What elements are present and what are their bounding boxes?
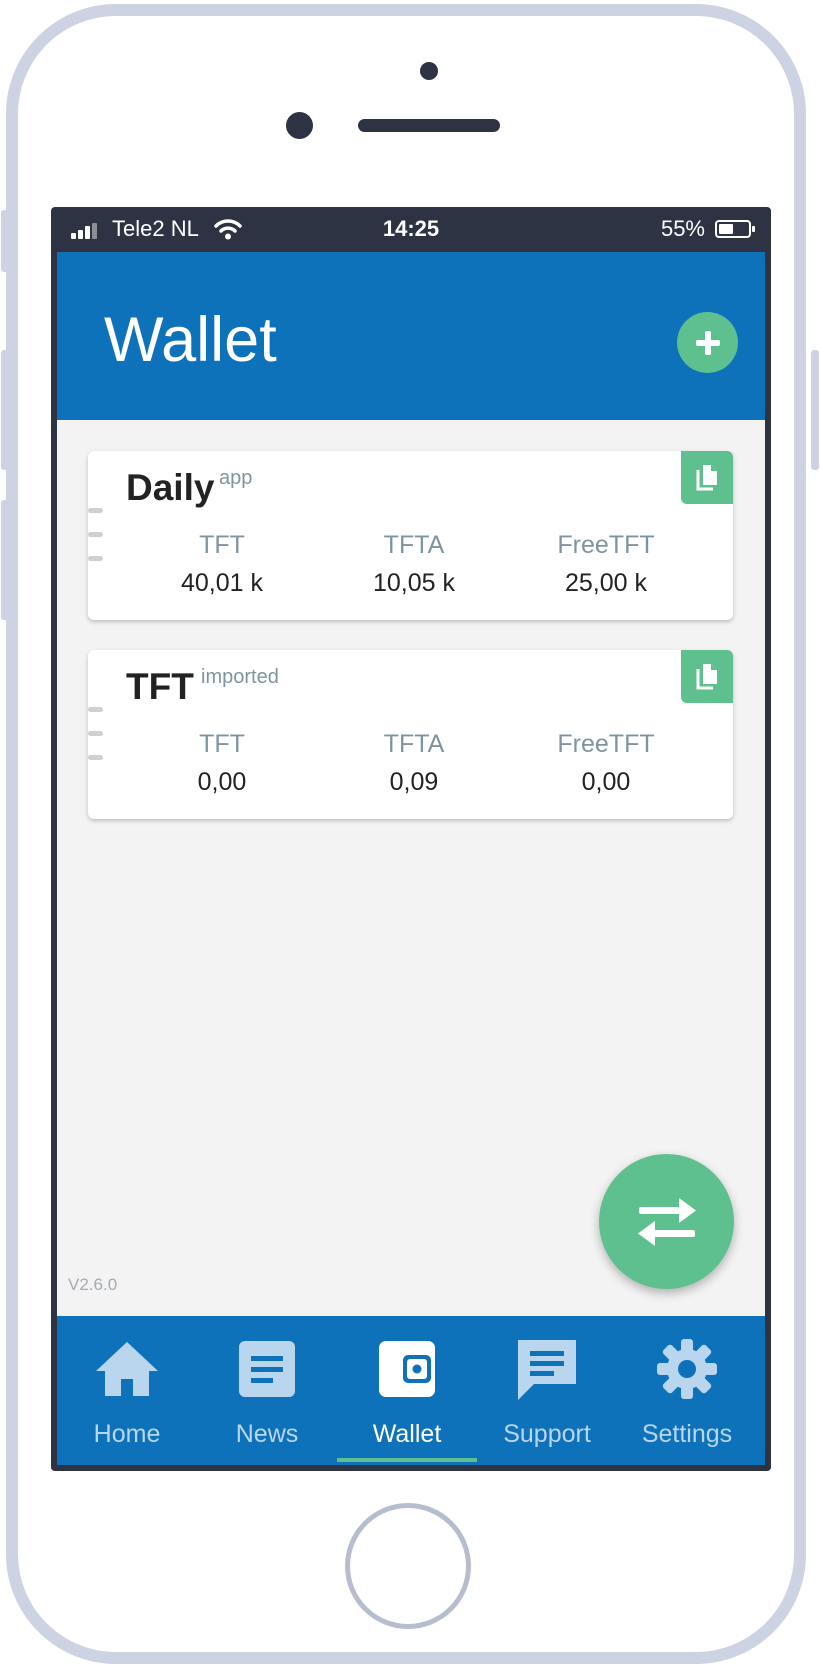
balance-label: TFTA bbox=[383, 531, 445, 559]
balance-freetft: FreeTFT 25,00 k bbox=[526, 531, 686, 598]
copy-icon bbox=[696, 663, 717, 689]
nav-label: News bbox=[235, 1420, 299, 1448]
home-icon bbox=[96, 1342, 158, 1396]
nav-home[interactable]: Home bbox=[57, 1316, 197, 1465]
balance-tft: TFT 40,01 k bbox=[142, 531, 302, 598]
balance-label: FreeTFT bbox=[557, 531, 655, 559]
wallet-tag: app bbox=[219, 467, 253, 489]
balance-value: 0,00 bbox=[197, 768, 247, 796]
balance-tfta: TFTA 10,05 k bbox=[334, 531, 494, 598]
add-wallet-button[interactable] bbox=[677, 312, 738, 373]
wallet-name: Daily bbox=[126, 467, 215, 508]
app-screen: Tele2 NL 14:25 55% Wallet Daily app TFT … bbox=[51, 207, 771, 1471]
wallet-card-daily[interactable]: Daily app TFT 40,01 k TFTA 10,05 k FreeT… bbox=[88, 451, 733, 620]
app-version: V2.6.0 bbox=[68, 1275, 118, 1294]
nav-label: Settings bbox=[641, 1420, 733, 1448]
front-camera bbox=[286, 112, 313, 139]
status-bar: Tele2 NL 14:25 55% bbox=[57, 207, 765, 252]
app-header: Wallet bbox=[57, 252, 765, 420]
nav-settings[interactable]: Settings bbox=[617, 1316, 757, 1465]
power-button bbox=[811, 350, 819, 470]
news-icon bbox=[239, 1341, 295, 1397]
drag-handle[interactable] bbox=[88, 707, 103, 779]
battery-percent: 55% bbox=[660, 216, 705, 241]
transfer-arrows-icon bbox=[637, 1197, 696, 1246]
gear-icon bbox=[657, 1339, 717, 1399]
wallet-icon bbox=[379, 1341, 435, 1397]
active-tab-indicator bbox=[337, 1458, 477, 1462]
nav-support[interactable]: Support bbox=[477, 1316, 617, 1465]
volume-up-button bbox=[1, 350, 9, 470]
silent-switch bbox=[1, 210, 9, 272]
copy-icon bbox=[696, 464, 717, 490]
home-button[interactable] bbox=[345, 1503, 471, 1629]
page-title: Wallet bbox=[104, 305, 277, 375]
balance-label: FreeTFT bbox=[557, 730, 655, 758]
nav-label: Support bbox=[503, 1420, 591, 1448]
balance-tft: TFT 0,00 bbox=[142, 730, 302, 797]
wallet-tag: imported bbox=[201, 666, 279, 688]
front-sensor bbox=[420, 62, 438, 80]
battery-icon bbox=[715, 220, 755, 238]
balance-value: 10,05 k bbox=[372, 569, 455, 597]
nav-news[interactable]: News bbox=[197, 1316, 337, 1465]
nav-wallet[interactable]: Wallet bbox=[337, 1316, 477, 1465]
transfer-button[interactable] bbox=[599, 1154, 734, 1289]
balance-value: 25,00 k bbox=[564, 569, 647, 597]
nav-label: Wallet bbox=[372, 1420, 442, 1448]
status-time: 14:25 bbox=[382, 216, 440, 241]
wallet-name: TFT bbox=[126, 666, 194, 707]
bottom-navigation: Home News Wallet Support Settings bbox=[57, 1316, 765, 1465]
earpiece-speaker bbox=[358, 119, 500, 132]
balance-freetft: FreeTFT 0,00 bbox=[526, 730, 686, 797]
balance-label: TFTA bbox=[383, 730, 445, 758]
balance-label: TFT bbox=[199, 531, 245, 559]
balance-value: 40,01 k bbox=[180, 569, 263, 597]
plus-icon bbox=[695, 330, 720, 355]
chat-icon bbox=[518, 1340, 576, 1400]
volume-down-button bbox=[1, 500, 9, 620]
nav-label: Home bbox=[93, 1420, 161, 1448]
drag-handle[interactable] bbox=[88, 508, 103, 580]
balance-value: 0,00 bbox=[581, 768, 631, 796]
balance-tfta: TFTA 0,09 bbox=[334, 730, 494, 797]
copy-address-button[interactable] bbox=[681, 650, 733, 703]
wallet-card-tft[interactable]: TFT imported TFT 0,00 TFTA 0,09 FreeTFT … bbox=[88, 650, 733, 819]
balance-value: 0,09 bbox=[389, 768, 439, 796]
copy-address-button[interactable] bbox=[681, 451, 733, 504]
balance-label: TFT bbox=[199, 730, 245, 758]
